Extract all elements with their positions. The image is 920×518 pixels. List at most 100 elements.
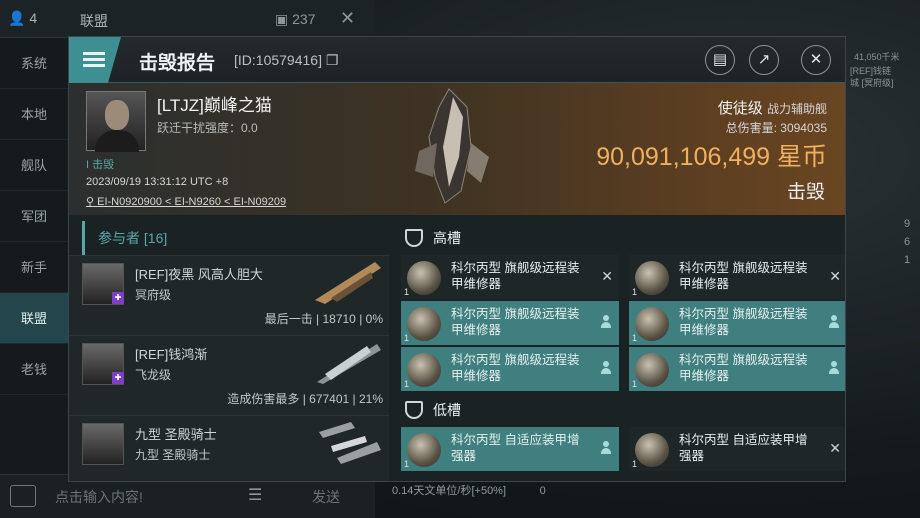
menu-button[interactable] (69, 37, 121, 83)
module-item[interactable]: 1 科尔丙型 自适应装甲增强器 (401, 427, 619, 471)
module-name: 科尔丙型 旗舰级远程装甲维修器 (451, 353, 580, 383)
module-item[interactable]: 1 科尔丙型 旗舰级远程装甲维修器 (401, 301, 619, 345)
module-item[interactable]: 1 科尔丙型 旗舰级远程装甲维修器 (401, 347, 619, 391)
armor-repairer-icon (635, 261, 669, 295)
speed-text: 0.14天文单位/秒[+50%] (392, 485, 507, 497)
nav-item-fleet[interactable]: 舰队 (0, 140, 68, 191)
module-qty: 1 (632, 287, 638, 297)
report-id[interactable]: [ID:10579416] ❐ (234, 52, 338, 69)
chat-title: 联盟 (80, 13, 108, 29)
warp-jam-strength: 跃迁干扰强度：0.0 (157, 121, 258, 135)
armor-hardener-icon (407, 433, 441, 467)
role-badge-icon: ✚ (112, 292, 124, 304)
keyboard-icon[interactable] (10, 485, 36, 507)
channel-nav: 系统 本地 舰队 军团 新手 联盟 老钱 (0, 38, 68, 478)
module-qty: 1 (404, 287, 410, 297)
hud-count-3: 1 (904, 254, 911, 266)
hud-distance: 41,050千米 (854, 52, 900, 62)
module-qty: 1 (404, 333, 410, 343)
module-qty: 1 (404, 459, 410, 469)
victim-name[interactable]: [LTJZ]巅峰之猫 (157, 91, 272, 116)
module-item[interactable]: 1 科尔丙型 旗舰级远程装甲维修器 (629, 301, 845, 345)
dialog-title: 击毁报告 (139, 53, 216, 74)
participant-avatar (82, 423, 124, 465)
speed-value: 0 (539, 485, 546, 497)
participant-name: 九型 圣殿骑士 (135, 427, 217, 442)
low-slot-header: 低槽 (391, 393, 845, 427)
dropped-person-icon (601, 441, 611, 454)
destroyed-icon: ✕ (829, 268, 841, 284)
participant-row[interactable]: ✚ [REF]夜黑 风高人胆大 冥府级 最后一击 | 18710 | 0% (69, 255, 389, 335)
participants-header: 参与者 [16] (82, 221, 389, 255)
chat-input[interactable]: 点击输入内容! (55, 487, 143, 507)
module-item[interactable]: 1 科尔丙型 旗舰级远程装甲维修器 ✕ (401, 255, 619, 299)
module-name: 科尔丙型 旗舰级远程装甲维修器 (451, 307, 580, 337)
module-item[interactable]: 1 科尔丙型 旗舰级远程装甲维修器 (629, 347, 845, 391)
dropped-person-icon (601, 361, 611, 374)
menu-icon[interactable]: ☰ (248, 485, 262, 505)
participant-stat: 最后一击 | 18710 | 0% (264, 312, 383, 326)
module-name: 科尔丙型 旗舰级远程装甲维修器 (679, 307, 808, 337)
kill-report-dialog: 击毁报告 [ID:10579416] ❐ ▤ ↗ ✕ [LTJZ]巅峰之猫 跃迁… (68, 36, 846, 482)
kill-datetime: 2023/09/19 13:31:12 UTC +8 (86, 176, 229, 188)
participant-stat: 造成伤害最多 | 677401 | 21% (227, 392, 383, 406)
nav-item-local[interactable]: 本地 (0, 89, 68, 140)
armor-repairer-icon (635, 353, 669, 387)
module-item[interactable]: 1 科尔丙型 旗舰级远程装甲维修器 ✕ (629, 255, 845, 299)
document-icon[interactable]: ▤ (705, 45, 735, 75)
ship-role: 战力辅助舰 (766, 102, 827, 116)
nav-item-alliance[interactable]: 联盟 (0, 293, 68, 344)
kill-location[interactable]: ⚲ EI-N0920900 < EI-N9260 < EI-N09209 (86, 195, 286, 208)
participant-row[interactable]: 九型 圣殿骑士 九型 圣殿骑士 (69, 415, 389, 481)
hud-count-1: 9 (904, 218, 911, 230)
participant-name: [REF]夜黑 风高人胆大 (135, 267, 263, 282)
module-name: 科尔丙型 自适应装甲增强器 (679, 433, 808, 463)
send-button[interactable]: 发送 (312, 487, 340, 507)
destroyed-icon: ✕ (601, 268, 613, 284)
low-slot-icon (405, 401, 423, 419)
dropped-person-icon (601, 315, 611, 328)
share-icon[interactable]: ↗ (749, 45, 779, 75)
armor-hardener-icon (635, 433, 669, 467)
user-count-value: 4 (29, 10, 38, 26)
user-count[interactable]: 👤 4 (8, 10, 37, 27)
armor-repairer-icon (407, 307, 441, 341)
high-slot-icon (405, 229, 423, 247)
participant-ship-image (315, 262, 381, 304)
role-badge-icon: ✚ (112, 372, 124, 384)
nav-item-system[interactable]: 系统 (0, 38, 68, 89)
member-count: ▣ 237 (275, 11, 316, 27)
victim-avatar[interactable] (86, 91, 146, 152)
participant-ship-image (317, 344, 381, 384)
armor-repairer-icon (407, 353, 441, 387)
member-count-value: 237 (292, 11, 316, 27)
close-icon[interactable]: ✕ (801, 45, 831, 75)
module-qty: 1 (632, 379, 638, 389)
participant-ship-image (319, 422, 381, 464)
ship-class-name: 使徒级 (717, 100, 763, 117)
module-name: 科尔丙型 旗舰级远程装甲维修器 (451, 261, 580, 291)
participant-ship: 飞龙级 (135, 368, 172, 382)
total-damage: 总伤害量: 3094035 (725, 121, 827, 135)
speed-readout: 0.14天文单位/秒[+50%] 0 (392, 482, 546, 498)
report-id-text: [ID:10579416] (234, 52, 322, 68)
module-qty: 1 (632, 459, 638, 469)
nav-item-newbie[interactable]: 新手 (0, 242, 68, 293)
isk-amount: 90,091,106,499 (596, 143, 771, 171)
participants-panel: 参与者 [16] ✚ [REF]夜黑 风高人胆大 冥府级 最后一击 | 1871… (69, 221, 389, 481)
module-name: 科尔丙型 旗舰级远程装甲维修器 (679, 261, 808, 291)
nav-item-veteran[interactable]: 老钱 (0, 344, 68, 395)
module-name: 科尔丙型 旗舰级远程装甲维修器 (679, 353, 808, 383)
high-slot-label: 高槽 (433, 230, 461, 246)
isk-value: 90,091,106,499 星币 (596, 137, 827, 173)
participant-row[interactable]: ✚ [REF]钱鸿渐 飞龙级 造成伤害最多 | 677401 | 21% (69, 335, 389, 415)
module-item[interactable]: 1 科尔丙型 自适应装甲增强器 ✕ (629, 427, 845, 471)
nav-item-corp[interactable]: 军团 (0, 191, 68, 242)
chat-topbar: 👤 4 联盟 ▣ 237 ✕ (0, 0, 375, 38)
hud-target-ship: 城 [冥府级] (850, 78, 894, 88)
victim-ship-image[interactable] (409, 87, 499, 205)
chat-close-icon[interactable]: ✕ (340, 8, 355, 29)
module-qty: 1 (404, 379, 410, 389)
participant-ship: 冥府级 (135, 288, 172, 302)
kill-result: 击毁 (786, 182, 825, 203)
